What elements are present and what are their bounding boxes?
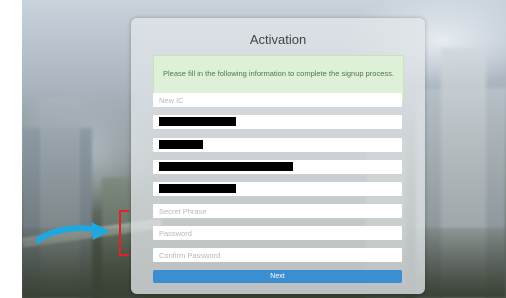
new-ic-field[interactable] bbox=[153, 93, 402, 107]
confirm-password-field[interactable] bbox=[153, 248, 402, 262]
redaction-bar bbox=[159, 140, 203, 149]
activation-panel: Activation Please fill in the following … bbox=[131, 18, 425, 294]
password-field[interactable] bbox=[153, 226, 402, 240]
redacted-field-1[interactable] bbox=[153, 115, 402, 129]
redaction-bar bbox=[159, 117, 236, 126]
panel-title: Activation bbox=[249, 32, 307, 47]
redacted-field-3[interactable] bbox=[153, 160, 402, 174]
redacted-field-2[interactable] bbox=[153, 138, 402, 152]
next-button[interactable]: Next bbox=[153, 270, 402, 283]
secret-phrase-field[interactable] bbox=[153, 204, 402, 218]
redacted-field-4[interactable] bbox=[153, 182, 402, 196]
arrow-right-icon bbox=[36, 222, 110, 243]
redaction-bar bbox=[159, 184, 236, 193]
annotation-bracket bbox=[119, 210, 129, 256]
redaction-bar bbox=[159, 162, 293, 171]
